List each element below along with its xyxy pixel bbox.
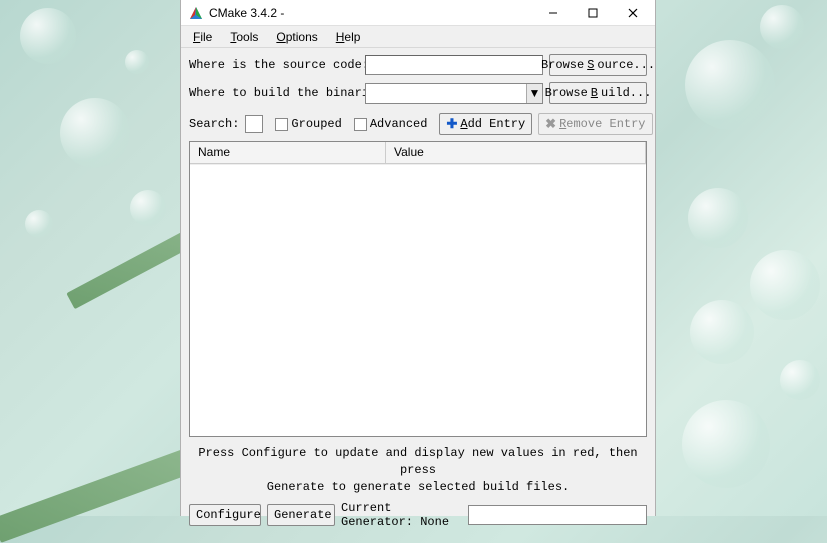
column-header-name[interactable]: Name bbox=[190, 142, 386, 163]
add-entry-button[interactable]: ✚Add Entry bbox=[439, 113, 532, 135]
checkbox-icon bbox=[275, 118, 288, 131]
content-area: Where is the source code: Browse Source.… bbox=[181, 48, 655, 516]
window-title: CMake 3.4.2 - bbox=[209, 6, 533, 20]
maximize-icon bbox=[588, 8, 598, 18]
cache-table-body[interactable] bbox=[190, 164, 646, 436]
menu-file[interactable]: File bbox=[187, 28, 218, 46]
app-window: CMake 3.4.2 - File Tools Options Help Where… bbox=[180, 0, 656, 516]
minimize-button[interactable] bbox=[533, 1, 573, 25]
search-label: Search: bbox=[189, 117, 239, 131]
grouped-checkbox[interactable]: Grouped bbox=[275, 117, 341, 131]
minimize-icon bbox=[548, 8, 558, 18]
build-combo[interactable] bbox=[365, 83, 543, 104]
titlebar[interactable]: CMake 3.4.2 - bbox=[181, 0, 655, 26]
source-input[interactable] bbox=[365, 55, 543, 75]
delete-icon: ✖ bbox=[545, 118, 556, 131]
browse-build-button[interactable]: Browse Build... bbox=[549, 82, 647, 104]
configure-button[interactable]: Configure bbox=[189, 504, 261, 526]
remove-entry-button[interactable]: ✖Remove Entry bbox=[538, 113, 652, 135]
cache-table: Name Value bbox=[189, 141, 647, 437]
search-input[interactable] bbox=[245, 115, 263, 133]
hint-text: Press Configure to update and display ne… bbox=[189, 439, 647, 501]
generate-button[interactable]: Generate bbox=[267, 504, 335, 526]
close-icon bbox=[628, 8, 638, 18]
menubar: File Tools Options Help bbox=[181, 26, 655, 48]
plus-icon: ✚ bbox=[446, 118, 457, 131]
bottom-status-input[interactable] bbox=[468, 505, 647, 525]
cmake-logo-icon bbox=[189, 6, 203, 20]
source-label: Where is the source code: bbox=[189, 58, 359, 72]
checkbox-icon bbox=[354, 118, 367, 131]
build-label: Where to build the binaries: bbox=[189, 86, 359, 100]
browse-source-button[interactable]: Browse Source... bbox=[549, 54, 647, 76]
maximize-button[interactable] bbox=[573, 1, 613, 25]
advanced-checkbox[interactable]: Advanced bbox=[354, 117, 428, 131]
menu-tools[interactable]: Tools bbox=[224, 28, 264, 46]
close-button[interactable] bbox=[613, 1, 653, 25]
current-generator-label: Current Generator: None bbox=[341, 501, 462, 529]
menu-options[interactable]: Options bbox=[270, 28, 323, 46]
menu-help[interactable]: Help bbox=[330, 28, 367, 46]
column-header-value[interactable]: Value bbox=[386, 142, 646, 163]
